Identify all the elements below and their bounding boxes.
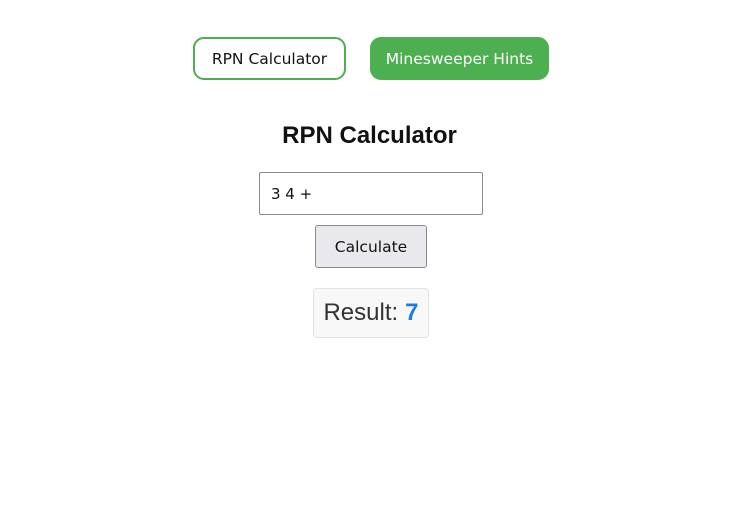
tab-bar: RPN Calculator Minesweeper Hints: [0, 37, 739, 80]
rpn-expression-input[interactable]: [259, 172, 483, 215]
result-value: 7: [405, 299, 419, 326]
tab-rpn-calculator[interactable]: RPN Calculator: [193, 37, 346, 80]
result-display: Result: 7: [313, 288, 429, 338]
result-label: Result:: [323, 299, 399, 326]
tab-minesweeper-hints-label: Minesweeper Hints: [385, 49, 534, 68]
calculate-button[interactable]: Calculate: [315, 225, 427, 268]
tab-rpn-calculator-label: RPN Calculator: [211, 49, 328, 68]
calculate-button-label: Calculate: [334, 237, 408, 256]
page-title: RPN Calculator: [282, 122, 457, 149]
tab-minesweeper-hints[interactable]: Minesweeper Hints: [370, 37, 549, 80]
